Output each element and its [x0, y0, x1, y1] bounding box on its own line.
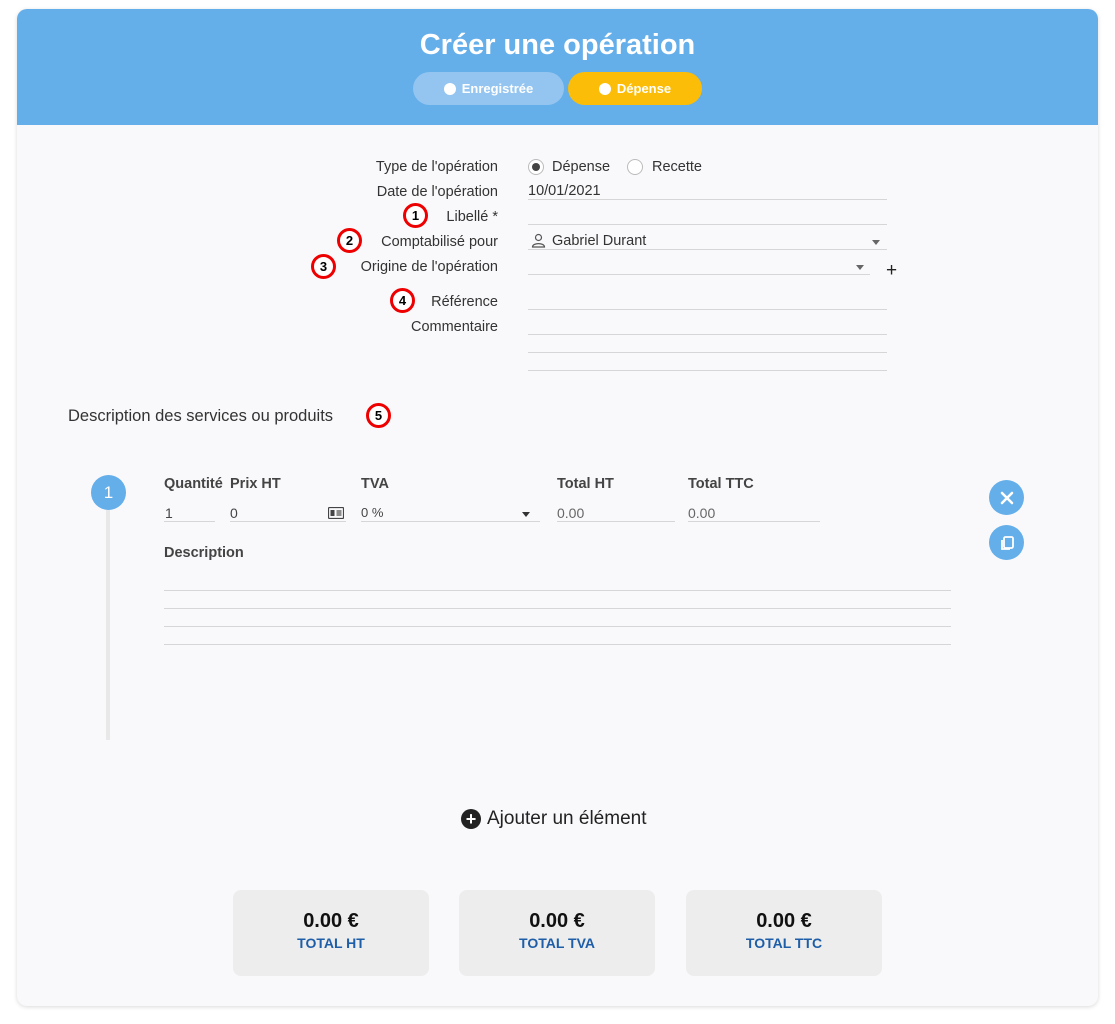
plus-circle-icon: +: [461, 809, 481, 829]
chevron-down-icon: [856, 265, 864, 270]
col-total-ht: Total HT: [557, 476, 614, 492]
total-amount: 0.00 €: [756, 910, 812, 932]
radio-depense[interactable]: [528, 159, 544, 175]
description-label: Description: [164, 545, 244, 561]
total-ht-field: 0.00: [557, 505, 585, 521]
pill-label: Dépense: [616, 81, 672, 96]
copy-icon: [1000, 535, 1014, 550]
radio-recette[interactable]: [627, 159, 643, 175]
item-timeline: [106, 510, 110, 740]
total-label: TOTAL TVA: [519, 935, 595, 951]
comment-line: [528, 352, 887, 353]
page-title: Créer une opération: [419, 29, 696, 61]
duplicate-item-button[interactable]: [989, 525, 1024, 560]
add-origin-button[interactable]: +: [886, 260, 897, 282]
tva-value: 0 %: [361, 505, 384, 520]
description-line: [164, 608, 951, 609]
libelle-label: Libellé *: [446, 209, 498, 225]
calculator-icon[interactable]: [328, 507, 344, 519]
comptabilise-label: Comptabilisé pour: [381, 234, 498, 250]
origine-underline: [528, 274, 870, 275]
add-item-label: Ajouter un élément: [487, 808, 647, 829]
date-underline: [528, 199, 887, 200]
col-total-ttc: Total TTC: [688, 476, 754, 492]
add-item-button[interactable]: + Ajouter un élément: [461, 808, 647, 830]
header: Créer une opération Enregistrée Dépense: [17, 9, 1098, 125]
total-ttc-field: 0.00: [688, 505, 716, 521]
status-pill-enregistree[interactable]: Enregistrée: [413, 72, 564, 105]
comment-line: [528, 370, 887, 371]
dot-icon: [443, 82, 456, 95]
total-label: TOTAL TTC: [745, 935, 823, 951]
col-prix-ht: Prix HT: [230, 476, 281, 492]
date-label: Date de l'opération: [376, 184, 498, 200]
origine-label: Origine de l'opération: [360, 259, 498, 275]
comment-line: [528, 334, 887, 335]
dot-icon: [598, 82, 611, 95]
total-ht-underline: [557, 521, 675, 522]
radio-depense-label: Dépense: [552, 159, 611, 175]
total-ht-box: 0.00 € TOTAL HT: [233, 890, 429, 976]
total-ttc-box: 0.00 € TOTAL TTC: [686, 890, 882, 976]
total-tva-box: 0.00 € TOTAL TVA: [459, 890, 655, 976]
prix-ht-input[interactable]: 0: [230, 505, 238, 521]
description-line: [164, 626, 951, 627]
prix-ht-underline: [230, 521, 346, 522]
status-pill-depense[interactable]: Dépense: [568, 72, 702, 105]
description-line: [164, 590, 951, 591]
operation-card: Créer une opération Enregistrée Dépense …: [17, 9, 1098, 1006]
quantite-underline: [164, 521, 215, 522]
chevron-down-icon: [522, 512, 530, 517]
total-label: TOTAL HT: [297, 935, 365, 951]
item-number: 1: [91, 475, 126, 510]
tva-underline: [361, 521, 540, 522]
reference-input[interactable]: [528, 309, 887, 310]
close-icon: [1000, 491, 1013, 504]
libelle-input[interactable]: [528, 224, 887, 225]
annotation-badge-5: 5: [366, 403, 391, 428]
col-quantite: Quantité: [164, 476, 223, 492]
radio-recette-label: Recette: [652, 159, 702, 175]
total-ttc-underline: [688, 521, 820, 522]
user-icon: [531, 233, 546, 248]
total-amount: 0.00 €: [303, 910, 359, 932]
date-field[interactable]: 10/01/2021: [528, 183, 601, 199]
section-title: Description des services ou produits: [68, 407, 334, 425]
chevron-down-icon: [872, 240, 880, 245]
description-line: [164, 644, 951, 645]
commentaire-label: Commentaire: [410, 319, 498, 335]
pill-label: Enregistrée: [461, 81, 534, 96]
comptabilise-value: Gabriel Durant: [552, 233, 647, 249]
reference-label: Référence: [431, 294, 498, 310]
total-amount: 0.00 €: [529, 910, 585, 932]
remove-item-button[interactable]: [989, 480, 1024, 515]
type-label: Type de l'opération: [375, 159, 498, 175]
quantite-input[interactable]: 1: [165, 505, 173, 521]
col-tva: TVA: [361, 476, 389, 492]
comptabilise-underline: [528, 249, 887, 250]
